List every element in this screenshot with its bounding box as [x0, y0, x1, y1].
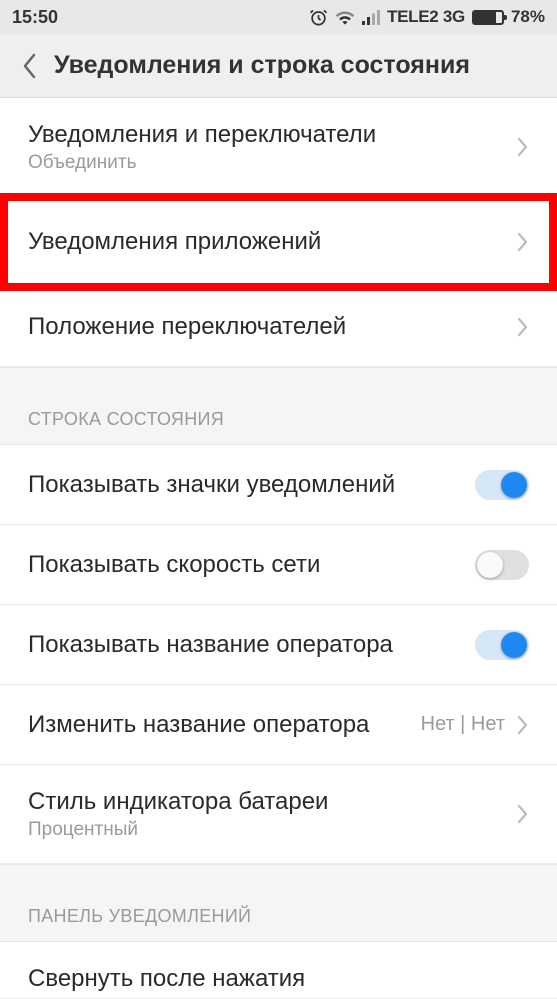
section-header-notification-panel: ПАНЕЛЬ УВЕДОМЛЕНИЙ [0, 886, 557, 942]
row-collapse-after-tap[interactable]: Свернуть после нажатия [0, 942, 557, 999]
carrier-label: TELE2 3G [387, 7, 465, 27]
row-show-notification-icons[interactable]: Показывать значки уведомлений [0, 445, 557, 525]
row-change-carrier-name[interactable]: Изменить название оператора Нет | Нет [0, 685, 557, 765]
row-title: Положение переключателей [28, 312, 517, 342]
page-title: Уведомления и строка состояния [54, 51, 470, 80]
row-subtitle: Объединить [28, 152, 517, 174]
status-bar: 15:50 TELE2 3G 78% [0, 0, 557, 34]
toggle-show-notification-icons[interactable] [475, 470, 529, 500]
row-show-carrier-name[interactable]: Показывать название оператора [0, 605, 557, 685]
battery-icon [472, 10, 504, 25]
chevron-right-icon [517, 137, 529, 157]
row-title: Изменить название оператора [28, 710, 421, 740]
row-value: Нет | Нет [421, 713, 505, 736]
chevron-right-icon [517, 317, 529, 337]
row-title: Свернуть после нажатия [28, 964, 529, 994]
section-header-status-bar: СТРОКА СОСТОЯНИЯ [0, 389, 557, 445]
row-title: Стиль индикатора батареи [28, 787, 517, 817]
row-toggle-position[interactable]: Положение переключателей [0, 287, 557, 367]
chevron-right-icon [517, 715, 529, 735]
chevron-left-icon [22, 53, 38, 79]
status-time: 15:50 [12, 7, 58, 28]
toggle-show-carrier-name[interactable] [475, 630, 529, 660]
status-icons: TELE2 3G 78% [309, 7, 545, 27]
battery-percent: 78% [511, 7, 545, 27]
row-title: Уведомления и переключатели [28, 120, 517, 150]
wifi-icon [335, 9, 355, 25]
row-notifications-and-toggles[interactable]: Уведомления и переключатели Объединить [0, 98, 557, 197]
toggle-show-network-speed[interactable] [475, 550, 529, 580]
row-title: Уведомления приложений [28, 227, 517, 257]
row-subtitle: Процентный [28, 819, 517, 841]
back-button[interactable] [10, 46, 50, 86]
row-title: Показывать скорость сети [28, 550, 475, 580]
row-show-network-speed[interactable]: Показывать скорость сети [0, 525, 557, 605]
nav-header: Уведомления и строка состояния [0, 34, 557, 98]
alarm-icon [309, 8, 328, 27]
chevron-right-icon [517, 804, 529, 824]
row-title: Показывать значки уведомлений [28, 470, 475, 500]
row-title: Показывать название оператора [28, 630, 475, 660]
chevron-right-icon [517, 232, 529, 252]
row-battery-indicator-style[interactable]: Стиль индикатора батареи Процентный [0, 765, 557, 864]
signal-icon [362, 10, 380, 25]
row-app-notifications[interactable]: Уведомления приложений [8, 201, 549, 283]
highlighted-row: Уведомления приложений [0, 193, 557, 291]
